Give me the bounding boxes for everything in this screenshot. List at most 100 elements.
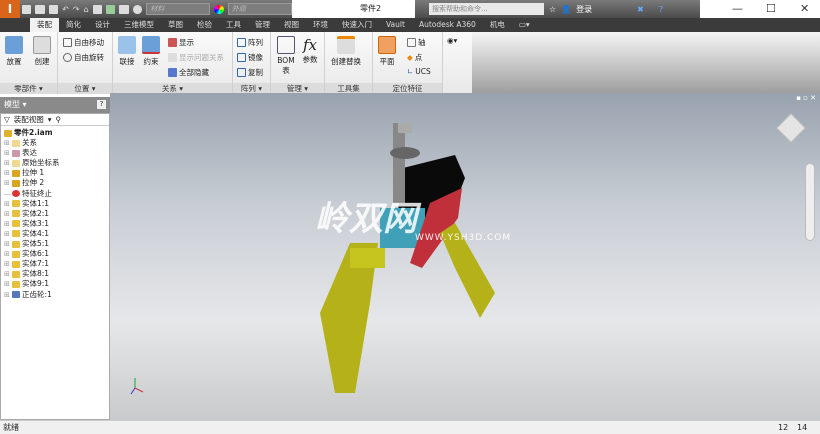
- tab-vault[interactable]: Vault: [379, 18, 412, 32]
- minimize-button[interactable]: —: [732, 2, 743, 15]
- expand-icon[interactable]: ⊞: [4, 138, 10, 148]
- group-label[interactable]: 位置 ▾: [58, 83, 112, 94]
- undo-icon[interactable]: ↶: [62, 5, 69, 14]
- tab-a360[interactable]: Autodesk A360: [412, 18, 483, 32]
- expand-icon[interactable]: ⊞: [4, 249, 10, 259]
- tree-item[interactable]: ⊞ 实体7:1: [4, 259, 109, 269]
- update-icon[interactable]: [92, 4, 103, 14]
- dropdown-icon[interactable]: ▾: [48, 115, 52, 124]
- login-button[interactable]: 登录: [576, 4, 592, 15]
- tab-view[interactable]: 视图: [277, 18, 306, 32]
- hide-all-button[interactable]: 全部隐藏: [168, 67, 209, 78]
- model-panel-title[interactable]: 模型 ▾: [4, 100, 27, 109]
- tree-item[interactable]: — 特征终止: [4, 189, 109, 199]
- expand-icon[interactable]: ⊞: [4, 168, 10, 178]
- tab-design[interactable]: 设计: [88, 18, 117, 32]
- tab-assemble[interactable]: 装配: [30, 18, 59, 32]
- open-icon[interactable]: [35, 4, 45, 14]
- select-icon[interactable]: [106, 4, 116, 14]
- redo-icon[interactable]: ↷: [73, 5, 80, 14]
- help-icon[interactable]: ?: [97, 100, 106, 109]
- create-button[interactable]: 创建: [33, 36, 51, 67]
- app-menu-button[interactable]: I: [0, 0, 20, 18]
- tree-item[interactable]: ⊞ 拉伸 2: [4, 178, 109, 188]
- ribbon-empty-area: [472, 32, 820, 94]
- parameters-button[interactable]: fx 参数: [301, 36, 319, 65]
- joint-button[interactable]: 联接: [118, 36, 136, 67]
- tab-sketch[interactable]: 草图: [161, 18, 190, 32]
- help-search-input[interactable]: 搜索帮助和命令...: [429, 3, 544, 15]
- bom-button[interactable]: BOM表: [275, 36, 297, 76]
- tree-item[interactable]: ⊞ 实体5:1: [4, 239, 109, 249]
- 3d-viewport[interactable]: ▪ ▫ ✕ 岭双网 WWW.YSH3D.COM: [110, 93, 820, 420]
- appearance-select[interactable]: 外观: [227, 3, 292, 15]
- constrain-button[interactable]: 约束: [142, 36, 160, 67]
- show-button[interactable]: 显示: [168, 37, 194, 48]
- expand-icon[interactable]: ⊞: [4, 148, 10, 158]
- tab-inspect[interactable]: 检验: [190, 18, 219, 32]
- star-icon[interactable]: ☆: [549, 5, 556, 14]
- close-button[interactable]: ✕: [800, 2, 809, 15]
- measure-icon[interactable]: [119, 4, 129, 14]
- tab-tools[interactable]: 工具: [219, 18, 248, 32]
- copy-button[interactable]: 复制: [237, 67, 263, 78]
- tree-item[interactable]: ⊞ 实体6:1: [4, 249, 109, 259]
- tree-item[interactable]: ⊞ 实体2:1: [4, 209, 109, 219]
- expand-icon[interactable]: ⊞: [4, 239, 10, 249]
- exchange-icon[interactable]: ✖: [637, 5, 644, 14]
- axis-icon: [407, 38, 416, 47]
- expand-icon[interactable]: ⊞: [4, 290, 10, 300]
- expand-icon[interactable]: ⊞: [4, 158, 10, 168]
- tree-item[interactable]: ⊞ 关系: [4, 138, 109, 148]
- tree-item[interactable]: ⊞ 实体4:1: [4, 229, 109, 239]
- expand-icon[interactable]: ⊞: [4, 178, 10, 188]
- tree-item[interactable]: ⊞ 正齿轮:1: [4, 290, 109, 300]
- substitute-button[interactable]: 创建替换: [331, 36, 361, 67]
- tree-item[interactable]: ⊞ 实体3:1: [4, 219, 109, 229]
- expand-icon[interactable]: ⊞: [4, 269, 10, 279]
- free-move-button[interactable]: 自由移动: [63, 37, 104, 48]
- help-icon[interactable]: ?: [659, 5, 663, 14]
- tree-item[interactable]: ⊞ 实体8:1: [4, 269, 109, 279]
- tab-get-started[interactable]: 快速入门: [335, 18, 379, 32]
- camera-icon[interactable]: ▭▾: [512, 18, 537, 32]
- tab-electromechanical[interactable]: 机电: [483, 18, 512, 32]
- expand-icon[interactable]: ⊞: [4, 199, 10, 209]
- expand-icon[interactable]: ⊞: [4, 209, 10, 219]
- free-rotate-button[interactable]: 自由旋转: [63, 52, 104, 63]
- tree-item[interactable]: ⊞ 实体1:1: [4, 199, 109, 209]
- tab-manage[interactable]: 管理: [248, 18, 277, 32]
- expand-icon[interactable]: ⊞: [4, 229, 10, 239]
- place-button[interactable]: 放置: [5, 36, 23, 67]
- maximize-button[interactable]: ☐: [766, 2, 776, 15]
- tree-item[interactable]: ⊞ 实体9:1: [4, 279, 109, 289]
- color-icon[interactable]: [132, 4, 143, 14]
- expand-icon[interactable]: —: [4, 189, 11, 199]
- axis-button[interactable]: 轴: [407, 37, 426, 48]
- plane-button[interactable]: 平面: [378, 36, 396, 67]
- material-select[interactable]: 材料: [146, 3, 211, 15]
- tree-item[interactable]: ⊞ 拉伸 1: [4, 168, 109, 178]
- view-select[interactable]: 装配视图: [14, 114, 44, 125]
- group-label[interactable]: 零部件 ▾: [0, 83, 57, 94]
- tree-item[interactable]: ⊞ 表达: [4, 148, 109, 158]
- expand-icon[interactable]: ⊞: [4, 259, 10, 269]
- mirror-button[interactable]: 镜像: [237, 52, 263, 63]
- tab-environments[interactable]: 环境: [306, 18, 335, 32]
- show-sick-button[interactable]: 显示问题关系: [168, 52, 224, 63]
- home-icon[interactable]: ⌂: [84, 5, 89, 14]
- filter-icon[interactable]: ▽: [4, 115, 10, 124]
- point-button[interactable]: ◆ 点: [407, 52, 422, 63]
- expand-icon[interactable]: ⊞: [4, 279, 10, 289]
- tree-item[interactable]: ⊞ 原始坐标系: [4, 158, 109, 168]
- tab-simplify[interactable]: 简化: [59, 18, 88, 32]
- find-icon[interactable]: ⚲: [56, 115, 62, 124]
- tree-root[interactable]: 零件2.iam: [4, 128, 109, 138]
- tab-3d-model[interactable]: 三维模型: [117, 18, 161, 32]
- new-icon[interactable]: [22, 4, 32, 14]
- pattern-button[interactable]: 阵列: [237, 37, 263, 48]
- more-dropdown[interactable]: ◉▾: [447, 36, 457, 45]
- save-icon[interactable]: [48, 4, 59, 14]
- ucs-button[interactable]: ∟ UCS: [407, 67, 431, 76]
- expand-icon[interactable]: ⊞: [4, 219, 10, 229]
